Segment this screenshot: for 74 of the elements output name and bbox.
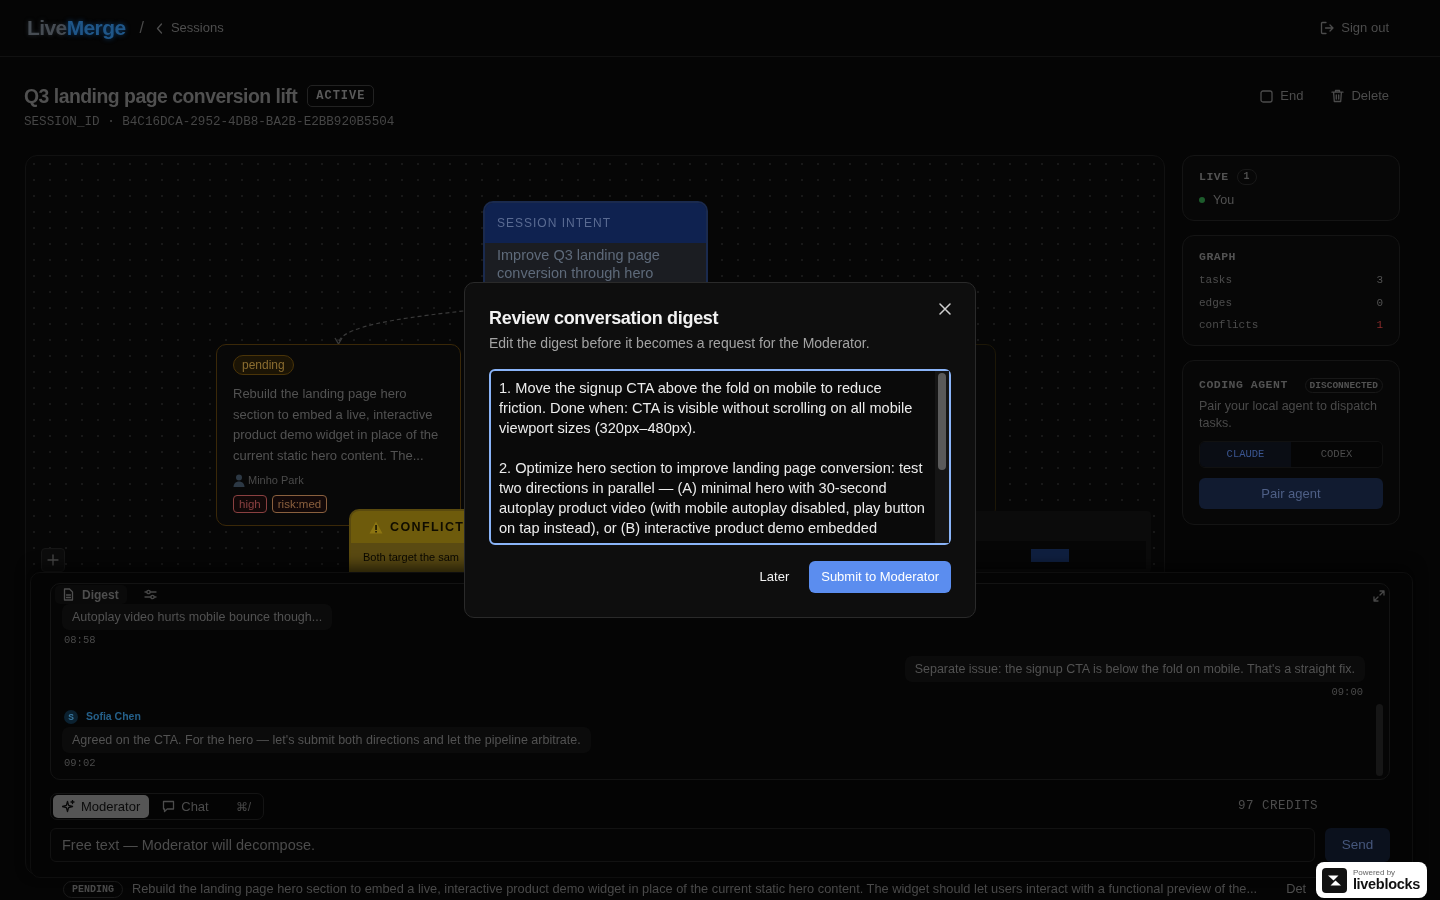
task-description: Rebuild the landing page hero section to embed a live, interactive product demo widget in place of the current static hero content. The... (233, 385, 440, 465)
panel-title: CODING AGENT (1199, 377, 1288, 393)
task-summary: Rebuild the landing page hero section to embed a live, interactive product demo widget in place of the current static hero content. The widget should let users interact with a functional preview of the... (132, 880, 1258, 899)
panel-description: Pair your local agent to dispatch tasks. (1199, 398, 1378, 432)
scrollbar-thumb[interactable] (938, 373, 946, 470)
back-link[interactable]: Sessions (155, 18, 224, 38)
logo[interactable]: LiveMerge (27, 16, 126, 40)
message-time: 08:58 (63, 634, 97, 646)
powered-by-caption: Powered by (1352, 868, 1397, 877)
sign-out-button[interactable]: Sign out (1320, 18, 1389, 38)
status-badge: ACTIVE (307, 85, 375, 107)
message-time: 09:00 (1330, 686, 1364, 698)
user-name: You (1213, 192, 1235, 208)
chevron-left-icon (155, 22, 163, 34)
message-time: 09:02 (63, 757, 97, 769)
shortcut-hint: ⌘/ (234, 798, 253, 816)
close-button[interactable] (938, 302, 952, 316)
stat-label: tasks (1199, 273, 1232, 288)
expand-icon[interactable] (1373, 590, 1385, 602)
stat-label: edges (1199, 295, 1232, 311)
sparkle-icon (62, 800, 75, 813)
panel-title: GRAPH (1199, 249, 1237, 265)
pair-agent-button[interactable]: Pair agent (1199, 478, 1383, 509)
panel-title: LIVE (1199, 169, 1229, 185)
powered-by-badge[interactable]: Powered by liveblocks (1315, 862, 1427, 898)
details-link[interactable]: Det (1286, 879, 1307, 899)
digest-field[interactable]: 1. Move the signup CTA above the fold on mobile to reduce friction. Done when: CTA is visible without scrolling on all mobile viewport sizes (320px–480px). 2. Optimize hero section to improve landing page conversion: test two directions in parallel — (A) minimal hero with 30-second autoplay product video (with mobile autoplay disabled, play button on tap instead), or (B) interactive product demo embedded (489, 369, 951, 545)
person-icon (233, 473, 245, 487)
author-name: Sofia Chen (86, 709, 141, 725)
message-bubble: Autoplay video hurts mobile bounce though... (62, 604, 333, 630)
intent-text: Improve Q3 landing page conversion through hero (496, 246, 661, 283)
mode-tab[interactable]: Moderator (53, 795, 150, 818)
intent-header: SESSION INTENT (485, 203, 706, 243)
sliders-icon[interactable] (143, 589, 157, 600)
zoom-in-button[interactable] (41, 548, 65, 572)
credits-count: 97 CREDITS (1238, 798, 1318, 816)
dialog-subtitle: Edit the digest before it becomes a request for the Moderator. (489, 334, 871, 353)
stat-label: conflicts (1199, 318, 1259, 333)
conflict-text: Both target the sam (362, 550, 460, 565)
breadcrumb-separator: / (139, 18, 144, 38)
task-tag: risk:med (271, 494, 328, 513)
stat-value: 3 (1376, 273, 1383, 288)
avatar: S (64, 710, 78, 724)
digest-button[interactable]: Digest (55, 585, 127, 604)
logo-icon (1321, 867, 1347, 893)
sign-out-icon (1320, 21, 1335, 35)
stat-value: 1 (1376, 318, 1383, 333)
task-tag: high (233, 494, 267, 513)
message-bubble: Separate issue: the signup CTA is below the fold on mobile. That's a straight fix. (904, 656, 1365, 682)
session-id: SESSION_ID · B4C16DCA-2952-4DB8-BA2B-E2BB920B5504 (24, 114, 395, 130)
stat-value: 0 (1376, 295, 1383, 311)
later-button[interactable]: Later (759, 561, 790, 593)
message-bubble: Agreed on the CTA. For the hero — let's submit both directions and let the pipeline arbitrate. (62, 727, 591, 753)
chat-bubble-icon (162, 800, 176, 813)
close-icon (939, 303, 951, 315)
message-input[interactable]: Free text — Moderator will decompose. (50, 828, 1315, 862)
status-badge: pending (233, 355, 294, 375)
trash-icon (1331, 89, 1345, 103)
document-icon (63, 588, 74, 601)
session-title: Q3 landing page conversion lift (24, 84, 298, 108)
agent-option[interactable]: CLAUDE (1200, 442, 1291, 467)
minimap-node (1031, 548, 1069, 562)
submit-button[interactable]: Submit to Moderator (809, 561, 951, 593)
mode-tab[interactable]: Chat (153, 795, 218, 818)
end-button[interactable]: End (1260, 86, 1304, 106)
dialog-title: Review conversation digest (489, 307, 719, 329)
delete-button[interactable]: Delete (1331, 86, 1389, 106)
brand-name: liveblocks (1352, 877, 1420, 892)
plus-icon (47, 554, 59, 566)
warning-icon (369, 520, 383, 534)
square-icon (1260, 89, 1274, 103)
send-button[interactable]: Send (1325, 828, 1390, 862)
assignee-name: Minho Park (248, 473, 304, 488)
scrollbar-track[interactable] (935, 371, 949, 543)
